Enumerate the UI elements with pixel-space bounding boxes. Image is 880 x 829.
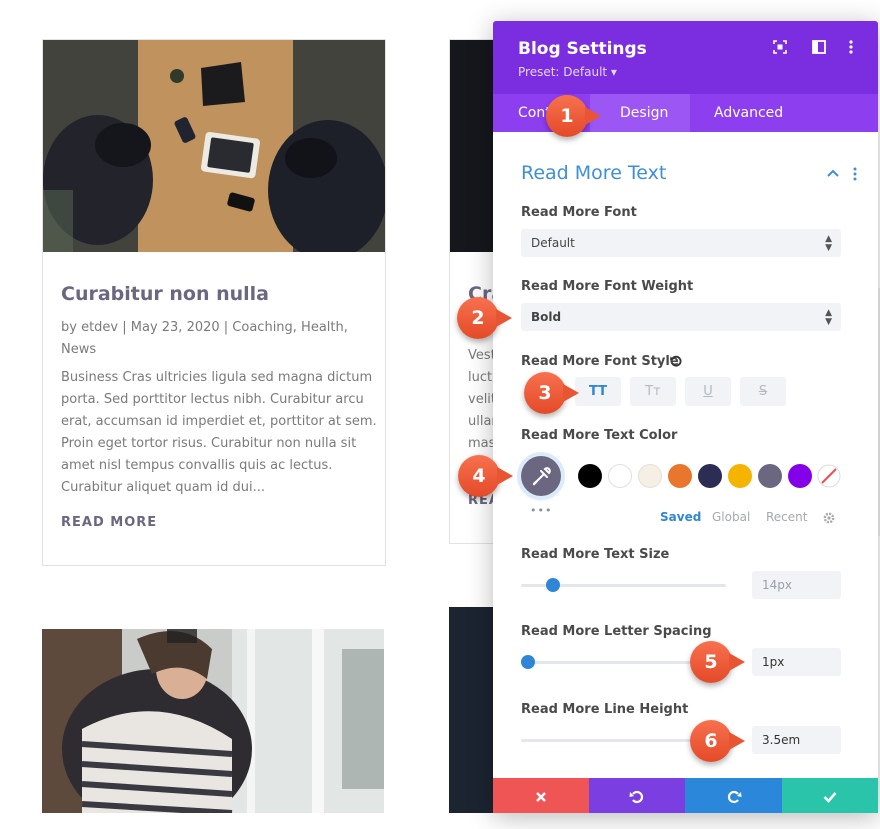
font-weight-label: Read More Font Weight (521, 279, 694, 294)
more-colors-icon[interactable]: ••• (530, 504, 552, 517)
callout-badge-3: 3 (524, 372, 579, 414)
post-meta: by etdev | May 23, 2020 | Coaching, Heal… (61, 317, 348, 361)
preset-dropdown[interactable]: Preset: Default ▾ (518, 65, 617, 79)
blog-settings-panel: Blog Settings Preset: Default ▾ Cont Des… (493, 21, 878, 813)
callout-badge-4: 4 (458, 455, 513, 497)
tab-design[interactable]: Design (590, 94, 690, 132)
palette-tab-recent[interactable]: Recent (766, 510, 807, 524)
tab-advanced[interactable]: Advanced (714, 94, 783, 132)
font-weight-select[interactable]: Bold ▲ ▼ (521, 303, 841, 331)
color-swatch-yellow[interactable] (728, 464, 752, 488)
palette-tab-global[interactable]: Global (712, 510, 750, 524)
excerpt-line: Proin eget tortor risus. Curabitur non n… (61, 436, 357, 451)
post-featured-image[interactable] (42, 629, 384, 813)
post-excerpt: Business Cras ultricies ligula sed magna… (61, 367, 377, 499)
underline-glyph: U (703, 384, 713, 399)
chevron-up-icon[interactable] (826, 168, 840, 178)
color-swatch-purple[interactable] (788, 464, 812, 488)
close-icon (536, 791, 546, 802)
capitalize-button[interactable]: Tт (630, 377, 676, 406)
post-meta-line: by etdev | May 23, 2020 | Coaching, Heal… (61, 320, 348, 335)
color-swatch-gray-purple[interactable] (758, 464, 782, 488)
color-swatch-black[interactable] (578, 464, 602, 488)
font-label: Read More Font (521, 205, 637, 220)
strikethrough-button[interactable]: S (740, 377, 786, 406)
panel-header: Blog Settings Preset: Default ▾ (493, 21, 878, 94)
tab-design-label: Design (620, 105, 669, 121)
text-size-slider-thumb[interactable] (545, 578, 560, 592)
undo-button[interactable] (589, 778, 685, 813)
fullscreen-icon[interactable] (772, 39, 788, 55)
section-title[interactable]: Read More Text (521, 162, 666, 184)
checkmark-icon (823, 791, 837, 803)
cancel-button[interactable] (493, 778, 589, 813)
reset-icon[interactable] (669, 354, 683, 368)
excerpt-line: amet nisl tempus convallis quis ac lectu… (61, 458, 333, 473)
section-options-icon[interactable] (852, 167, 858, 181)
line-height-label: Read More Line Height (521, 702, 689, 717)
color-swatch-white[interactable] (608, 464, 632, 488)
palette-settings-gear-icon[interactable] (822, 511, 836, 525)
blog-post-card: Curabitur non nulla by etdev | May 23, 2… (42, 39, 386, 566)
color-picker-button[interactable] (521, 456, 561, 496)
redo-button[interactable] (685, 778, 782, 813)
color-swatch-orange[interactable] (668, 464, 692, 488)
callout-badge-6: 6 (690, 720, 745, 762)
select-arrows-icon: ▲ ▼ (825, 308, 832, 327)
letter-spacing-input[interactable]: 1px (752, 648, 841, 676)
font-select-value: Default (531, 236, 575, 250)
letter-spacing-slider-thumb[interactable] (521, 655, 535, 669)
callout-badge-1: 1 (546, 95, 601, 137)
no-color-swatch-icon[interactable] (817, 464, 841, 488)
color-swatch-cream[interactable] (638, 464, 662, 488)
excerpt-line: erat, accumsan id imperdiet et, porttito… (61, 414, 377, 429)
palette-tab-saved[interactable]: Saved (660, 510, 701, 524)
color-swatch-navy[interactable] (698, 464, 722, 488)
excerpt-line: porta. Sed porttitor lectus nibh. Curabi… (61, 392, 364, 407)
undo-icon (629, 790, 644, 803)
redo-icon (727, 790, 741, 803)
more-options-icon[interactable] (843, 39, 859, 55)
callout-badge-5: 5 (690, 641, 745, 683)
font-select[interactable]: Default ▲ ▼ (521, 229, 841, 257)
excerpt-line: Curabitur aliquet quam id dui... (61, 480, 265, 495)
read-more-link[interactable]: READ MORE (61, 515, 157, 530)
post-title[interactable]: Curabitur non nulla (61, 283, 269, 305)
eyedropper-icon (532, 467, 551, 486)
text-color-label: Read More Text Color (521, 428, 678, 443)
font-style-label: Read More Font Style (521, 354, 679, 369)
uppercase-button[interactable]: TT (575, 377, 621, 406)
select-arrows-icon: ▲ ▼ (825, 234, 832, 253)
text-size-label: Read More Text Size (521, 547, 670, 562)
line-height-input[interactable]: 3.5em (752, 726, 841, 754)
split-view-icon[interactable] (811, 39, 827, 55)
strikethrough-glyph: S (758, 384, 768, 399)
font-weight-value: Bold (531, 310, 562, 324)
post-meta-line: News (61, 342, 97, 357)
callout-badge-2: 2 (457, 297, 512, 339)
underline-button[interactable]: U (685, 377, 731, 406)
text-size-input[interactable]: 14px (752, 571, 841, 599)
panel-title: Blog Settings (518, 39, 647, 59)
excerpt-line: Business Cras ultricies ligula sed magna… (61, 370, 373, 385)
blog-post-card (42, 629, 384, 829)
letter-spacing-label: Read More Letter Spacing (521, 624, 712, 639)
save-button[interactable] (782, 778, 878, 813)
post-featured-image[interactable] (43, 40, 385, 252)
